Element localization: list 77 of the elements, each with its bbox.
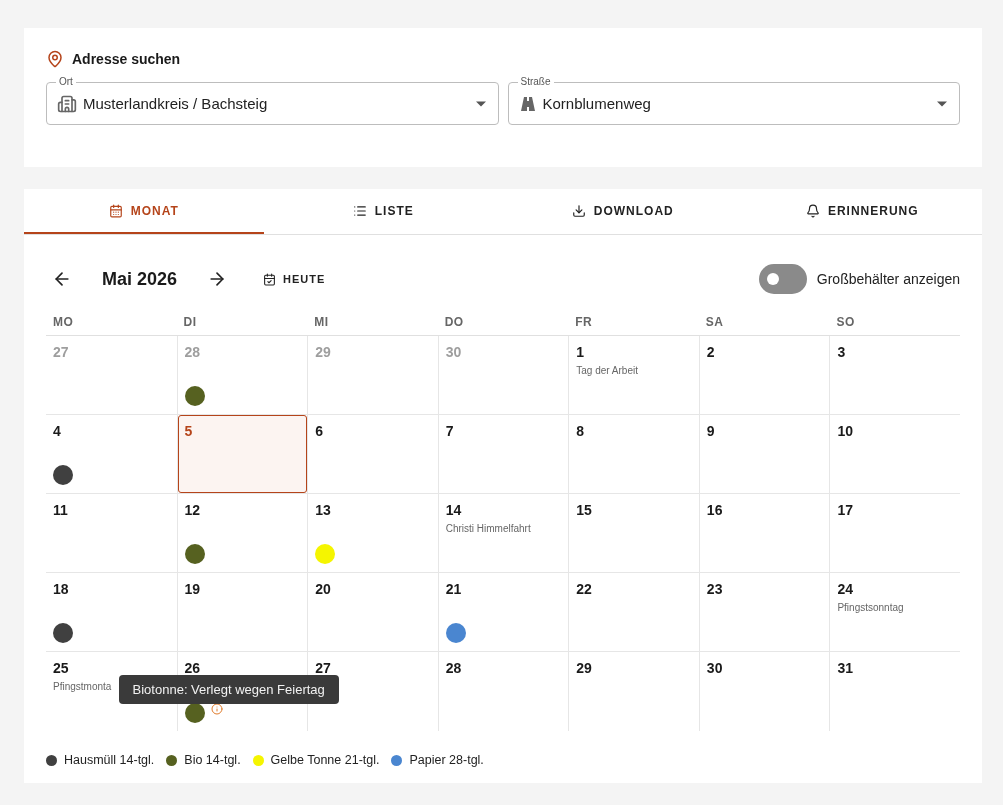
list-icon (352, 203, 367, 218)
pickup-dot[interactable] (53, 465, 73, 485)
holiday-label: Tag der Arbeit (576, 365, 638, 376)
toggle-label: Großbehälter anzeigen (816, 271, 960, 287)
weekday-label: SA (705, 315, 724, 329)
day-number: 8 (576, 423, 586, 439)
buildings-icon (57, 93, 77, 114)
weekday-label: SO (836, 315, 855, 329)
day-number: 29 (315, 344, 332, 360)
legend-label: Gelbe Tonne 21-tgl. (270, 753, 380, 767)
legend-label: Hausmüll 14-tgl. (64, 753, 155, 767)
tab[interactable]: MONAT (24, 189, 264, 234)
section-title: Adresse suchen (72, 51, 181, 67)
pickup-dot[interactable] (184, 386, 205, 406)
tab[interactable]: DOWNLOAD (503, 189, 743, 234)
day-number: 5 (184, 423, 194, 439)
day-number: 1 (576, 344, 586, 360)
download-icon (571, 203, 586, 218)
day-number: 21 (445, 581, 463, 597)
weekday-label: DO (444, 315, 464, 329)
day-number: 13 (315, 502, 332, 518)
day-number: 19 (184, 581, 202, 597)
day-number: 24 (837, 581, 854, 597)
pickup-dot[interactable] (445, 623, 466, 643)
day-number: 4 (53, 423, 62, 439)
holiday-label: Pfingstsonntag (837, 602, 904, 613)
pickup-dot[interactable] (184, 703, 205, 723)
day-number: 27 (315, 660, 332, 676)
tab[interactable]: ERINNERUNG (742, 189, 982, 234)
day-number: 23 (706, 581, 724, 597)
weekday-label: MI (314, 315, 329, 329)
calendar-icon (108, 203, 123, 218)
day-number: 10 (837, 423, 854, 439)
day-number: 26 (184, 660, 202, 676)
day-number: 18 (53, 581, 70, 597)
day-number: 31 (837, 660, 854, 676)
tooltip: Biotonne: Verlegt wegen Feiertag (118, 675, 339, 704)
pickup-dot[interactable] (184, 544, 205, 564)
day-number: 22 (576, 581, 593, 597)
day-number: 11 (53, 502, 69, 518)
calendar-icon (263, 272, 277, 286)
day-number: 2 (706, 344, 716, 360)
day-number: 7 (445, 423, 455, 439)
today-button[interactable]: HEUTE (257, 271, 332, 287)
day-number: 14 (445, 502, 463, 518)
day-number: 25 (53, 660, 70, 676)
legend-label: Papier 28-tgl. (409, 753, 484, 767)
day-number: 6 (315, 423, 324, 439)
day-number: 3 (837, 344, 847, 360)
dropdown-caret-icon (475, 100, 486, 107)
dropdown-caret-icon (937, 100, 947, 107)
location-pin-icon (46, 50, 64, 68)
day-number: 20 (315, 581, 332, 597)
day-number: 16 (706, 502, 724, 518)
road-icon (518, 94, 537, 113)
toggle-switch[interactable] (758, 264, 807, 294)
month-title: Mai 2026 (102, 268, 178, 290)
tab[interactable]: LISTE (263, 189, 503, 234)
day-number: 30 (445, 344, 463, 360)
day-number: 15 (576, 502, 593, 518)
holiday-label: Pfingstmonta (53, 681, 112, 692)
pickup-dot[interactable] (315, 544, 336, 564)
bell-icon (805, 203, 820, 218)
weekday-label: FR (575, 315, 593, 329)
holiday-label: Christi Himmelfahrt (445, 523, 531, 534)
day-number: 12 (184, 502, 202, 518)
day-number: 28 (445, 660, 463, 676)
day-number: 30 (706, 660, 724, 676)
day-number: 29 (576, 660, 593, 676)
legend-label: Bio 14-tgl. (184, 753, 241, 767)
day-number: 27 (53, 344, 70, 360)
pickup-dot[interactable] (53, 623, 73, 643)
weekday-label: MO (53, 315, 74, 329)
day-number: 9 (706, 423, 716, 439)
day-number: 17 (837, 502, 854, 518)
day-number: 28 (184, 344, 202, 360)
weekday-label: DI (183, 315, 197, 329)
